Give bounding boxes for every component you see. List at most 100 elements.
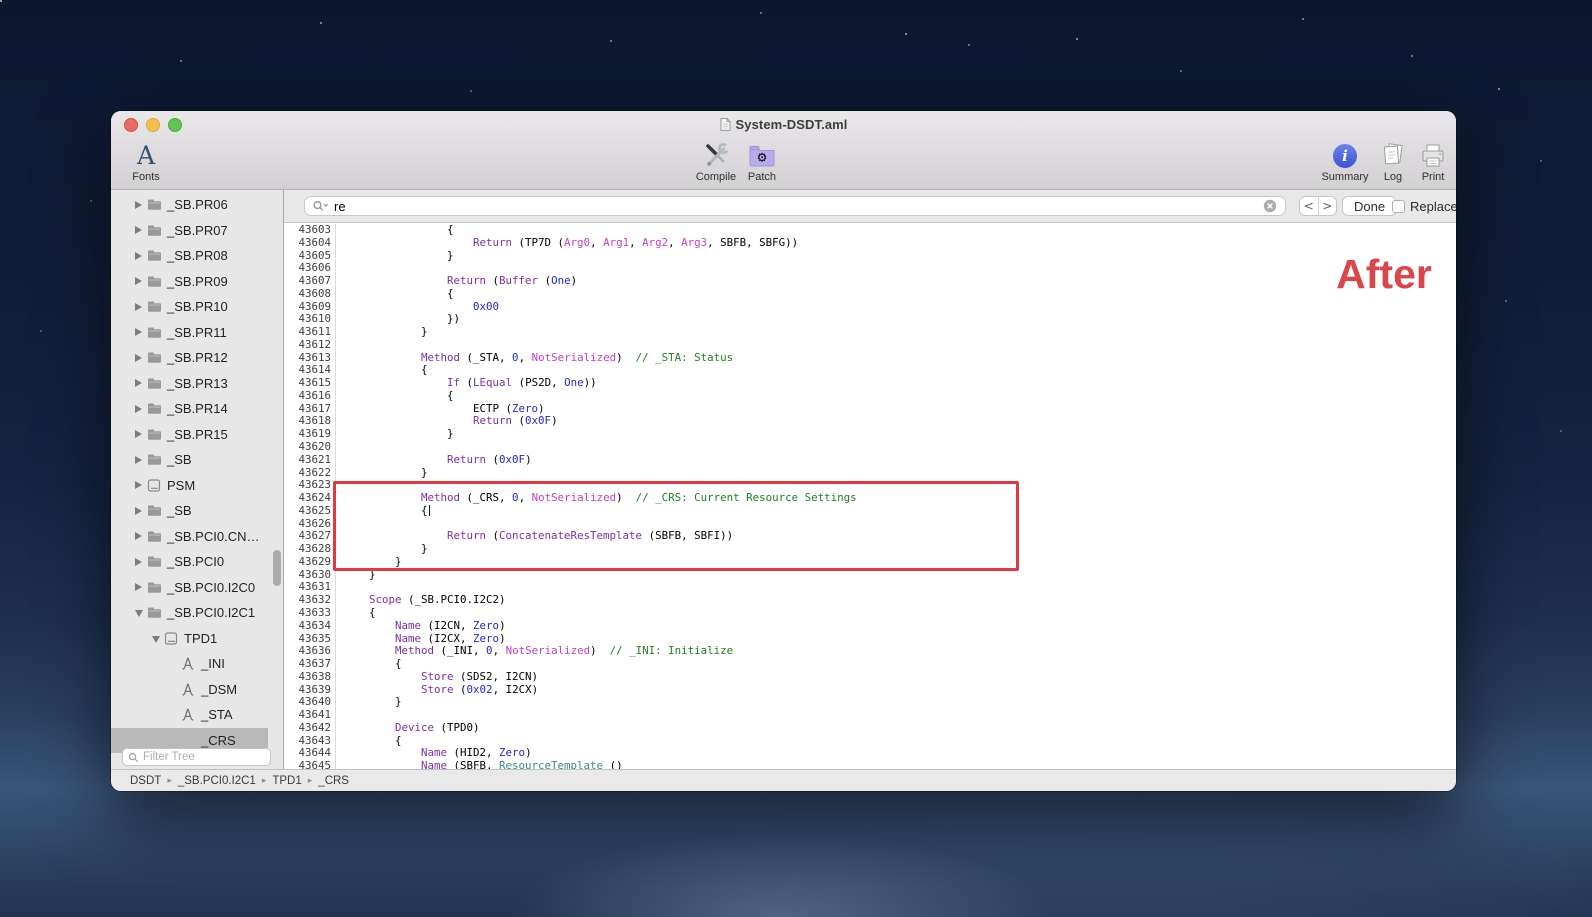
tree-item-sb-pci0-cn[interactable]: _SB.PCI0.CN…: [111, 524, 283, 550]
minimize-button[interactable]: [146, 118, 160, 132]
code-line[interactable]: 43632 Scope (_SB.PCI0.I2C2): [293, 593, 1456, 607]
done-button[interactable]: Done: [1342, 196, 1398, 216]
disclosure-triangle-icon[interactable]: [135, 455, 147, 464]
code-line[interactable]: 43618 Return (0x0F): [293, 415, 1456, 429]
code-line[interactable]: 43642 Device (TPD0): [293, 721, 1456, 735]
code-line[interactable]: 43636 Method (_INI, 0, NotSerialized) //…: [293, 644, 1456, 659]
line-number: 43612: [298, 337, 331, 351]
find-next-button[interactable]: >: [1319, 197, 1337, 215]
search-query-text: re: [334, 198, 346, 214]
tree-item-dsm[interactable]: _DSM: [111, 677, 283, 703]
breadcrumb-item[interactable]: _CRS: [318, 775, 349, 787]
code-line[interactable]: 43621 Return (0x0F): [293, 453, 1456, 467]
code-line[interactable]: 43627 Return (ConcatenateResTemplate (SB…: [293, 529, 1456, 544]
tree-item-sb-pci0-i2c1[interactable]: _SB.PCI0.I2C1: [111, 600, 283, 626]
code-line-text: Device (TPD0): [335, 721, 1456, 735]
disclosure-triangle-icon[interactable]: [135, 226, 147, 235]
sidebar-scrollbar[interactable]: [273, 550, 281, 586]
tree-item-sb-pr09[interactable]: _SB.PR09: [111, 269, 283, 295]
disclosure-triangle-icon[interactable]: [135, 506, 147, 515]
tree-item-sb[interactable]: _SB: [111, 498, 283, 524]
disclosure-triangle-icon[interactable]: [135, 557, 147, 566]
device-icon: [164, 632, 184, 645]
log-label: Log: [1383, 171, 1403, 183]
breadcrumb-item[interactable]: _SB.PCI0.I2C1: [178, 775, 256, 787]
code-line[interactable]: 43629 }: [293, 555, 1456, 569]
disclosure-triangle-icon[interactable]: [135, 379, 147, 388]
line-number: 43616: [298, 388, 331, 402]
code-line[interactable]: 43605 }: [293, 249, 1456, 263]
disclosure-triangle-icon[interactable]: [135, 277, 147, 286]
breadcrumb-item[interactable]: DSDT: [130, 775, 161, 787]
code-line-text: Method (_STA, 0, NotSerialized) // _STA:…: [335, 351, 1456, 365]
code-line-text: Return (Buffer (One): [335, 274, 1456, 288]
stars: [0, 0, 2, 2]
tree-item-psm[interactable]: PSM: [111, 473, 283, 499]
code-line[interactable]: 43615 If (LEqual (PS2D, One)): [293, 376, 1456, 390]
code-line[interactable]: 43610 }): [293, 312, 1456, 327]
code-line-text: }: [335, 555, 1456, 569]
code-line[interactable]: 43604 Return (TP7D (Arg0, Arg1, Arg2, Ar…: [293, 236, 1456, 250]
code-line[interactable]: 43611 }: [293, 325, 1456, 339]
code-line[interactable]: 43640 }: [293, 695, 1456, 710]
disclosure-triangle-icon[interactable]: [135, 532, 147, 541]
tree-item-tpd1[interactable]: TPD1: [111, 626, 283, 652]
replace-label: Replace: [1410, 198, 1456, 214]
disclosure-triangle-icon[interactable]: [135, 608, 147, 618]
tree-item-ini[interactable]: _INI: [111, 651, 283, 677]
code-line[interactable]: 43630 }: [293, 568, 1456, 582]
print-button[interactable]: Print: [1404, 140, 1456, 183]
disclosure-triangle-icon[interactable]: [135, 481, 147, 490]
fonts-button[interactable]: A Fonts: [117, 140, 175, 184]
filter-tree-input[interactable]: Filter Tree: [122, 748, 271, 766]
tree-item-sb[interactable]: _SB: [111, 447, 283, 473]
disclosure-triangle-icon[interactable]: [135, 353, 147, 362]
code-line[interactable]: 43608 {: [293, 287, 1456, 301]
code-line[interactable]: 43622 }: [293, 466, 1456, 480]
search-input[interactable]: re: [304, 196, 1286, 216]
code-line[interactable]: 43619 }: [293, 427, 1456, 442]
clear-search-icon[interactable]: [1263, 199, 1277, 213]
code-line[interactable]: 43628 }: [293, 542, 1456, 556]
code-line[interactable]: 43625 {: [293, 504, 1456, 518]
disclosure-triangle-icon[interactable]: [135, 430, 147, 439]
tree-item-sb-pci0-i2c0[interactable]: _SB.PCI0.I2C0: [111, 575, 283, 601]
disclosure-triangle-icon[interactable]: [135, 302, 147, 311]
disclosure-triangle-icon[interactable]: [135, 328, 147, 337]
tree-item-sb-pci0[interactable]: _SB.PCI0: [111, 549, 283, 575]
disclosure-triangle-icon[interactable]: [135, 404, 147, 413]
tree-item-sb-pr13[interactable]: _SB.PR13: [111, 371, 283, 397]
disclosure-triangle-icon[interactable]: [135, 251, 147, 260]
code-line[interactable]: 43607 Return (Buffer (One): [293, 274, 1456, 288]
replace-checkbox[interactable]: [1392, 199, 1405, 213]
disclosure-triangle-icon[interactable]: [135, 200, 147, 209]
tree-item-sb-pr07[interactable]: _SB.PR07: [111, 218, 283, 244]
code-line[interactable]: 43613 Method (_STA, 0, NotSerialized) //…: [293, 351, 1456, 365]
tree-item-sb-pr06[interactable]: _SB.PR06: [111, 192, 283, 218]
close-button[interactable]: [124, 118, 138, 132]
code-line[interactable]: 43603 {: [293, 223, 1456, 237]
disclosure-triangle-icon[interactable]: [152, 634, 164, 643]
code-line[interactable]: 43624 Method (_CRS, 0, NotSerialized) //…: [293, 491, 1456, 505]
tree-item-label: _SB.PR09: [167, 273, 228, 289]
tree-item-sb-pr15[interactable]: _SB.PR15: [111, 422, 283, 448]
find-previous-button[interactable]: <: [1300, 197, 1319, 215]
code-editor[interactable]: 43603 {43604 Return (TP7D (Arg0, Arg1, A…: [284, 223, 1456, 769]
tree-item-sb-pr10[interactable]: _SB.PR10: [111, 294, 283, 320]
tree-item-sb-pr08[interactable]: _SB.PR08: [111, 243, 283, 269]
tree-item-sb-pr11[interactable]: _SB.PR11: [111, 320, 283, 346]
zoom-button[interactable]: [168, 118, 182, 132]
tree-item-sb-pr14[interactable]: _SB.PR14: [111, 396, 283, 422]
disclosure-triangle-icon[interactable]: [135, 583, 147, 592]
patch-button[interactable]: ⚙ Patch: [733, 140, 791, 183]
tree-item-sta[interactable]: _STA: [111, 702, 283, 728]
line-number: 43607: [298, 274, 331, 288]
code-line[interactable]: 43609 0x00: [293, 300, 1456, 314]
filter-search-icon: [128, 752, 139, 762]
code-line[interactable]: 43645 Name (SBFB, ResourceTemplate (): [293, 759, 1456, 769]
code-line[interactable]: 43639 Store (0x02, I2CX): [293, 683, 1456, 697]
breadcrumb-item[interactable]: TPD1: [272, 775, 301, 787]
tree-item-sb-pr12[interactable]: _SB.PR12: [111, 345, 283, 371]
code-line[interactable]: 43616 {: [293, 388, 1456, 403]
title-bar[interactable]: System-DSDT.aml: [111, 111, 1456, 137]
